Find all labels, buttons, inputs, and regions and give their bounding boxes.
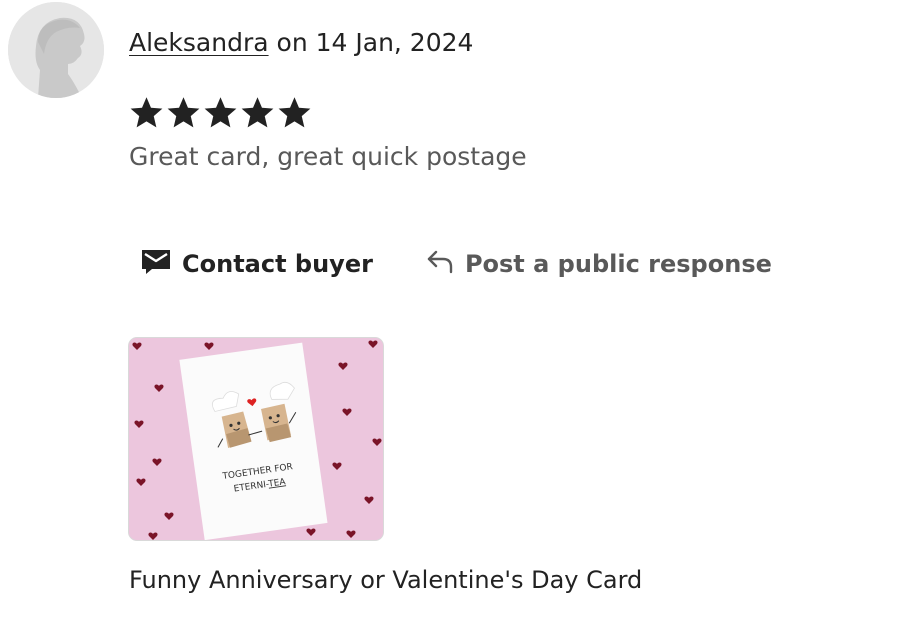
- review-card: Aleksandra on 14 Jan, 2024 Great card, g…: [0, 0, 916, 630]
- review-date: on 14 Jan, 2024: [268, 28, 474, 57]
- star-icon: [278, 97, 311, 128]
- review-actions: Contact buyer Post a public response: [140, 244, 772, 284]
- star-icon: [167, 97, 200, 128]
- contact-buyer-button[interactable]: Contact buyer: [140, 247, 373, 281]
- review-byline: Aleksandra on 14 Jan, 2024: [129, 26, 473, 60]
- star-rating: [128, 94, 313, 134]
- star-icon: [241, 97, 274, 128]
- star-icon: [204, 97, 237, 128]
- contact-buyer-label: Contact buyer: [182, 250, 373, 278]
- post-public-response-button[interactable]: Post a public response: [425, 248, 772, 280]
- post-public-response-label: Post a public response: [464, 250, 772, 278]
- listing-thumbnail[interactable]: TOGETHER FOR ETERNI-TEA: [128, 337, 384, 541]
- star-icon: [130, 97, 163, 128]
- greeting-card-illustration: TOGETHER FOR ETERNI-TEA: [179, 342, 328, 540]
- reviewer-name-link[interactable]: Aleksandra: [129, 28, 269, 57]
- default-avatar-icon: [8, 2, 104, 98]
- reply-arrow-icon: [425, 248, 455, 280]
- envelope-icon: [140, 247, 172, 281]
- avatar[interactable]: [8, 2, 104, 98]
- listing-title-link[interactable]: Funny Anniversary or Valentine's Day Car…: [129, 563, 642, 597]
- review-text: Great card, great quick postage: [129, 142, 527, 171]
